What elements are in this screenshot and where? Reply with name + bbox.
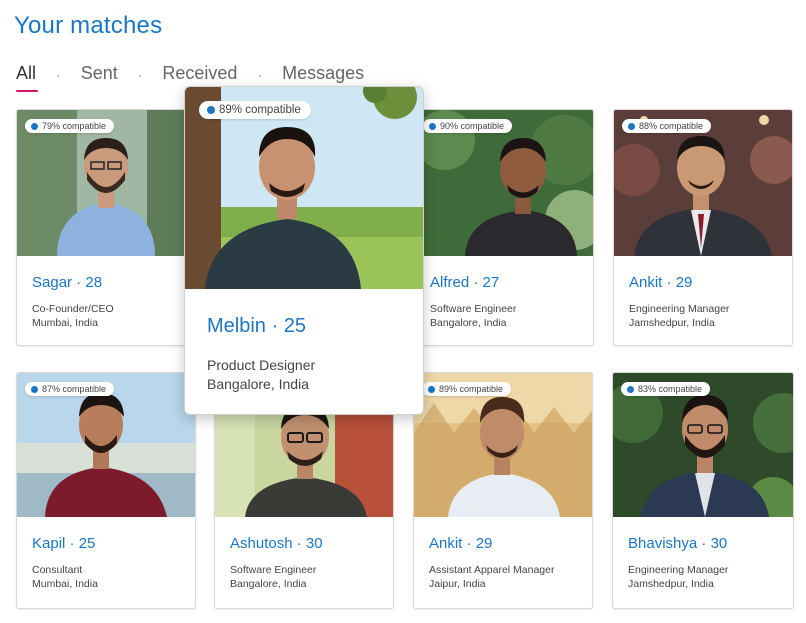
job-title: Product Designer <box>207 357 316 373</box>
location: Jamshedpur, India <box>629 317 715 329</box>
profile-photo: 83% compatible <box>613 373 793 517</box>
compat-dot-icon <box>429 122 436 130</box>
compatibility-badge: 89% compatible <box>199 101 311 119</box>
profile-photo: 87% compatible <box>17 373 195 517</box>
tab-received[interactable]: Received <box>162 63 237 88</box>
compat-dot-icon <box>628 122 635 130</box>
name-age[interactable]: Ankit · 29 <box>629 274 777 291</box>
match-card[interactable]: 88% compatible Ankit · 29 Engineering Ma… <box>613 109 793 346</box>
match-card[interactable]: 90% compatible Alfred · 27 Software Engi… <box>414 109 594 346</box>
compat-dot-icon <box>31 385 38 393</box>
name-age[interactable]: Ashutosh · 30 <box>230 535 378 552</box>
job-title: Assistant Apparel Manager <box>429 564 555 576</box>
name-age[interactable]: Kapil · 25 <box>32 535 180 552</box>
location: Jamshedpur, India <box>628 578 714 590</box>
page-title: Your matches <box>14 12 163 39</box>
name-age[interactable]: Bhavishya · 30 <box>628 535 778 552</box>
job-title: Engineering Manager <box>628 564 729 576</box>
location: Jaipur, India <box>429 578 486 590</box>
tab-all[interactable]: All <box>16 63 39 92</box>
job-title: Engineering Manager <box>629 303 730 315</box>
match-card[interactable]: 87% compatible Kapil · 25 Consultant Mum… <box>16 372 196 609</box>
name-age[interactable]: Melbin · 25 <box>207 315 401 338</box>
job-title: Software Engineer <box>430 303 517 315</box>
match-card[interactable]: 79% compatible Sagar · 28 Co-Founder/CEO… <box>16 109 196 346</box>
tab-separator: · <box>257 67 263 83</box>
location: Bangalore, India <box>207 376 309 392</box>
name-age[interactable]: Ankit · 29 <box>429 535 577 552</box>
compatibility-badge: 87% compatible <box>25 382 115 396</box>
job-title: Co-Founder/CEO <box>32 303 114 315</box>
compat-dot-icon <box>31 122 38 130</box>
profile-photo: 79% compatible <box>17 110 195 256</box>
profile-photo: 88% compatible <box>614 110 792 256</box>
tab-separator: · <box>137 67 143 83</box>
compat-dot-icon <box>627 385 634 393</box>
location: Mumbai, India <box>32 317 98 329</box>
location: Bangalore, India <box>230 578 307 590</box>
compatibility-badge: 83% compatible <box>621 382 711 396</box>
match-card-featured[interactable]: 89% compatible Melbin · 25 Product Desig… <box>184 86 424 415</box>
match-card[interactable]: 83% compatible Bhavishya · 30 Engineerin… <box>612 372 794 609</box>
job-title: Software Engineer <box>230 564 317 576</box>
tab-messages[interactable]: Messages <box>282 63 364 88</box>
job-title: Consultant <box>32 564 83 576</box>
profile-photo: 89% compatible <box>414 373 592 517</box>
match-card[interactable]: 89% compatible Ankit · 29 Assistant Appa… <box>413 372 593 609</box>
compat-dot-icon <box>428 385 435 393</box>
profile-photo: 90% compatible <box>415 110 593 256</box>
compatibility-badge: 88% compatible <box>622 119 712 133</box>
compatibility-badge: 90% compatible <box>423 119 513 133</box>
tab-sent[interactable]: Sent <box>81 63 118 88</box>
name-age[interactable]: Alfred · 27 <box>430 274 578 291</box>
name-age[interactable]: Sagar · 28 <box>32 274 180 291</box>
tab-separator: · <box>56 67 61 83</box>
location: Mumbai, India <box>32 578 98 590</box>
location: Bangalore, India <box>430 317 507 329</box>
compatibility-badge: 89% compatible <box>422 382 512 396</box>
compatibility-badge: 79% compatible <box>25 119 115 133</box>
compat-dot-icon <box>207 106 215 114</box>
profile-photo: 89% compatible <box>185 87 423 289</box>
